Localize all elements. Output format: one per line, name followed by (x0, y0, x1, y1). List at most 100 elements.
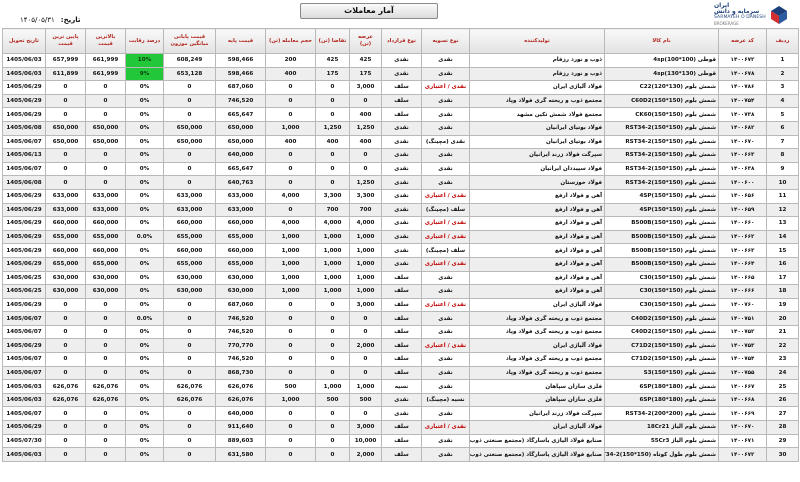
table-row[interactable]: 23 ۱۴۰۰۷۵۴ شمش بلوم (150*150)C71D2 مجتمع ذو… (2, 352, 799, 367)
table-cell: 0 (85, 297, 126, 313)
table-cell: 0 (315, 148, 350, 163)
table-cell: 1405/06/29 (2, 229, 46, 245)
column-header[interactable]: درصد رقابت (125, 28, 164, 54)
column-header[interactable]: ردیف (766, 28, 799, 54)
table-cell: نسیه (مچینگ) (421, 392, 470, 408)
table-row[interactable]: 20 ۱۴۰۰۷۵۱ شمش بلوم (150*150)C40D2 مجتمع ذو… (2, 311, 799, 326)
table-cell: شمش بلوم (150*150)S3 (604, 365, 719, 381)
table-cell: نقدی / اعتباری (421, 256, 470, 272)
table-row[interactable]: 12 ۱۴۰۰۶۵۹ شمش بلوم (150*150)4SP آهن و فولا… (2, 202, 799, 218)
table-row[interactable]: 11 ۱۴۰۰۶۵۶ شمش بلوم (150*150)4SP آهن و فولا… (2, 188, 799, 204)
table-row[interactable]: 18 ۱۴۰۰۶۶۶ شمش بلوم (150*150)C30 آهن و فولا… (2, 284, 799, 299)
table-row[interactable]: 10 ۱۴۰۰۶۰۰ شمش بلوم (150*150)RST34-2 فولاد … (2, 175, 799, 190)
column-header[interactable]: قیمت پایه (215, 28, 266, 54)
table-cell: 0% (125, 256, 164, 272)
table-cell: 1 (766, 53, 799, 68)
table-cell: فولاد آلیاژی ایران (469, 80, 605, 95)
table-cell: 630,000 (45, 270, 86, 286)
table-row[interactable]: 5 ۱۴۰۰۷۳۸ شمش بلوم (150*150)CK60 مجتمع فولا… (2, 107, 799, 122)
table-row[interactable]: 25 ۱۴۰۰۶۶۷ شمش بلوم (180*180)6SP فلزی سازان… (2, 379, 799, 394)
table-cell: 0 (45, 406, 86, 422)
table-cell: 0 (315, 311, 350, 326)
table-row[interactable]: 22 ۱۴۰۰۷۵۳ شمش بلوم (150*150)C71D2 فولاد آل… (2, 338, 799, 354)
table-cell: ۱۴۰۰۷۵۴ (718, 93, 767, 109)
table-row[interactable]: 4 ۱۴۰۰۷۵۴ شمش بلوم (150*150)C60D2 مجتمع ذوب… (2, 93, 799, 109)
table-cell: 0 (163, 447, 216, 462)
table-row[interactable]: 6 ۱۴۰۰۶۸۲ شمش بلوم (150*150)RST34-2 فولاد ب… (2, 120, 799, 136)
column-header[interactable]: تقاضا (تن) (315, 28, 350, 54)
table-cell: شمش بلوم (150*150)4SP (604, 188, 719, 204)
table-cell: قوطی (100*100)4sp (604, 53, 719, 68)
table-cell: 598,466 (215, 66, 266, 82)
table-cell: 0 (315, 107, 350, 122)
table-row[interactable]: 27 ۱۴۰۰۶۶۹ شمش بلوم (200*200)RST34-2 سپرگت … (2, 406, 799, 422)
table-cell: 1405/06/07 (2, 311, 46, 326)
table-row[interactable]: 7 ۱۴۰۰۶۷۰ شمش بلوم (150*150)RST34-2 فولاد ب… (2, 134, 799, 150)
table-cell: سلف (381, 311, 422, 326)
table-cell: نقدی (421, 352, 470, 367)
column-header[interactable]: حجم معامله (تن) (265, 28, 316, 54)
date-label: تاریخ: (60, 16, 81, 24)
column-header[interactable]: نوع قرارداد (381, 28, 422, 54)
table-row[interactable]: 16 ۱۴۰۰۶۶۴ شمش بلوم (150*150)B500B آهن و فو… (2, 256, 799, 272)
table-cell: آهن و فولاد ارفع (469, 229, 605, 245)
table-row[interactable]: 2 ۱۴۰۰۶۷۸ قوطی (130*130)4sp ذوب و نورد رزفا… (2, 66, 799, 82)
column-header[interactable]: بالاترین قیمت (85, 28, 126, 54)
table-cell: 640,763 (215, 175, 266, 190)
table-cell: 0 (85, 433, 126, 449)
trades-table: ردیف کد عرضه نام کالا تولیدکننده نوع تسویه نو… (2, 28, 799, 462)
table-cell: 889,603 (215, 433, 266, 449)
table-cell: ۱۴۰۰۶۰۰ (718, 175, 767, 190)
table-row[interactable]: 19 ۱۴۰۰۷۶۰ شمش بلوم (150*150)C30 فولاد آلیا… (2, 297, 799, 313)
table-cell: 1405/06/29 (2, 243, 46, 258)
column-header[interactable]: پایین ترین قیمت (45, 28, 86, 54)
table-row[interactable]: 21 ۱۴۰۰۷۵۲ شمش بلوم (150*150)C40D2 مجتمع ذو… (2, 324, 799, 340)
table-cell: 700 (315, 202, 350, 218)
table-cell: 650,000 (85, 120, 126, 136)
column-header[interactable]: کد عرضه (718, 28, 767, 54)
table-cell: 9 (766, 161, 799, 177)
table-cell: 608,249 (163, 53, 216, 68)
table-cell: نقدی / اعتباری (421, 420, 470, 435)
table-row[interactable]: 3 ۱۴۰۰۷۸۶ شمش بلوم (130*120)C22 فولاد آلیاژ… (2, 80, 799, 95)
table-cell: 19 (766, 297, 799, 313)
table-row[interactable]: 8 ۱۴۰۰۶۶۳ شمش بلوم (150*150)RST34-2 سپرگت ف… (2, 148, 799, 163)
table-cell: 30 (766, 447, 799, 462)
table-row[interactable]: 14 ۱۴۰۰۶۶۲ شمش بلوم (150*150)B500B آهن و فو… (2, 229, 799, 245)
table-cell: 650,000 (45, 134, 86, 150)
column-header[interactable]: نوع تسویه (421, 28, 470, 54)
table-cell: آهن و فولاد ارفع (469, 284, 605, 299)
table-cell: مجتمع ذوب و ریخته گری فولاد وپاد (469, 324, 605, 340)
column-header[interactable]: قیمت پایانی میانگین موزون (163, 28, 216, 54)
table-row[interactable]: 15 ۱۴۰۰۶۶۳ شمش بلوم (150*150)B500B آهن و فو… (2, 243, 799, 258)
table-row[interactable]: 30۱۴۰۰۶۷۲شمش بلوم طول کوتاه RST34-2(150*… (2, 447, 799, 462)
table-row[interactable]: 17 ۱۴۰۰۶۶۵ شمش بلوم (150*150)C30 آهن و فولا… (2, 270, 799, 286)
table-cell: سلف (381, 93, 422, 109)
table-row[interactable]: 13 ۱۴۰۰۶۶۰ شمش بلوم (150*150)B500B آهن و فو… (2, 216, 799, 231)
table-cell: 1405/06/29 (2, 107, 46, 122)
table-cell: نقدی (421, 433, 470, 449)
table-cell: 0 (85, 420, 126, 435)
table-cell: 0 (163, 338, 216, 354)
table-row[interactable]: 26 ۱۴۰۰۶۶۸ شمش بلوم (180*180)6SP فلزی سازان… (2, 392, 799, 408)
table-cell: 633,000 (85, 202, 126, 218)
table-cell: مجتمع ذوب و ریخته گری فولاد وپاد (469, 311, 605, 326)
column-header[interactable]: تولیدکننده (469, 28, 605, 54)
table-row[interactable]: 29 ۱۴۰۰۶۷۱ شمش بلوم الیاژ 55Cr3 صنایع فولاد… (2, 433, 799, 449)
table-row[interactable]: 1 ۱۴۰۰۶۷۲ قوطی (100*100)4sp ذوب و نورد رزفا… (2, 53, 799, 68)
table-row[interactable]: 9 ۱۴۰۰۶۳۸ شمش بلوم (150*150)RST34-2 فولاد س… (2, 161, 799, 177)
table-row[interactable]: 24 ۱۴۰۰۷۵۵ شمش بلوم (150*150)S3 مجتمع ذوب و… (2, 365, 799, 381)
table-cell: 633,000 (215, 202, 266, 218)
table-cell: شمش بلوم (150*150)C30 (604, 270, 719, 286)
column-header[interactable]: تاریخ تحویل (2, 28, 46, 54)
table-cell: 1405/07/30 (2, 433, 46, 449)
table-cell: 0 (45, 447, 86, 462)
table-row[interactable]: 28 ۱۴۰۰۶۷۰ شمش بلوم الیاژ 18Cr21 فولاد آلیا… (2, 420, 799, 435)
table-cell: 0 (85, 338, 126, 354)
table-cell: نقدی (421, 365, 470, 381)
column-header[interactable]: نام کالا (604, 28, 719, 54)
table-cell: 0 (315, 406, 350, 422)
column-header[interactable]: عرضه (تن) (349, 28, 382, 54)
table-cell: 1,000 (349, 229, 382, 245)
table-cell: فولاد سپیددان ایرانیان (469, 161, 605, 177)
